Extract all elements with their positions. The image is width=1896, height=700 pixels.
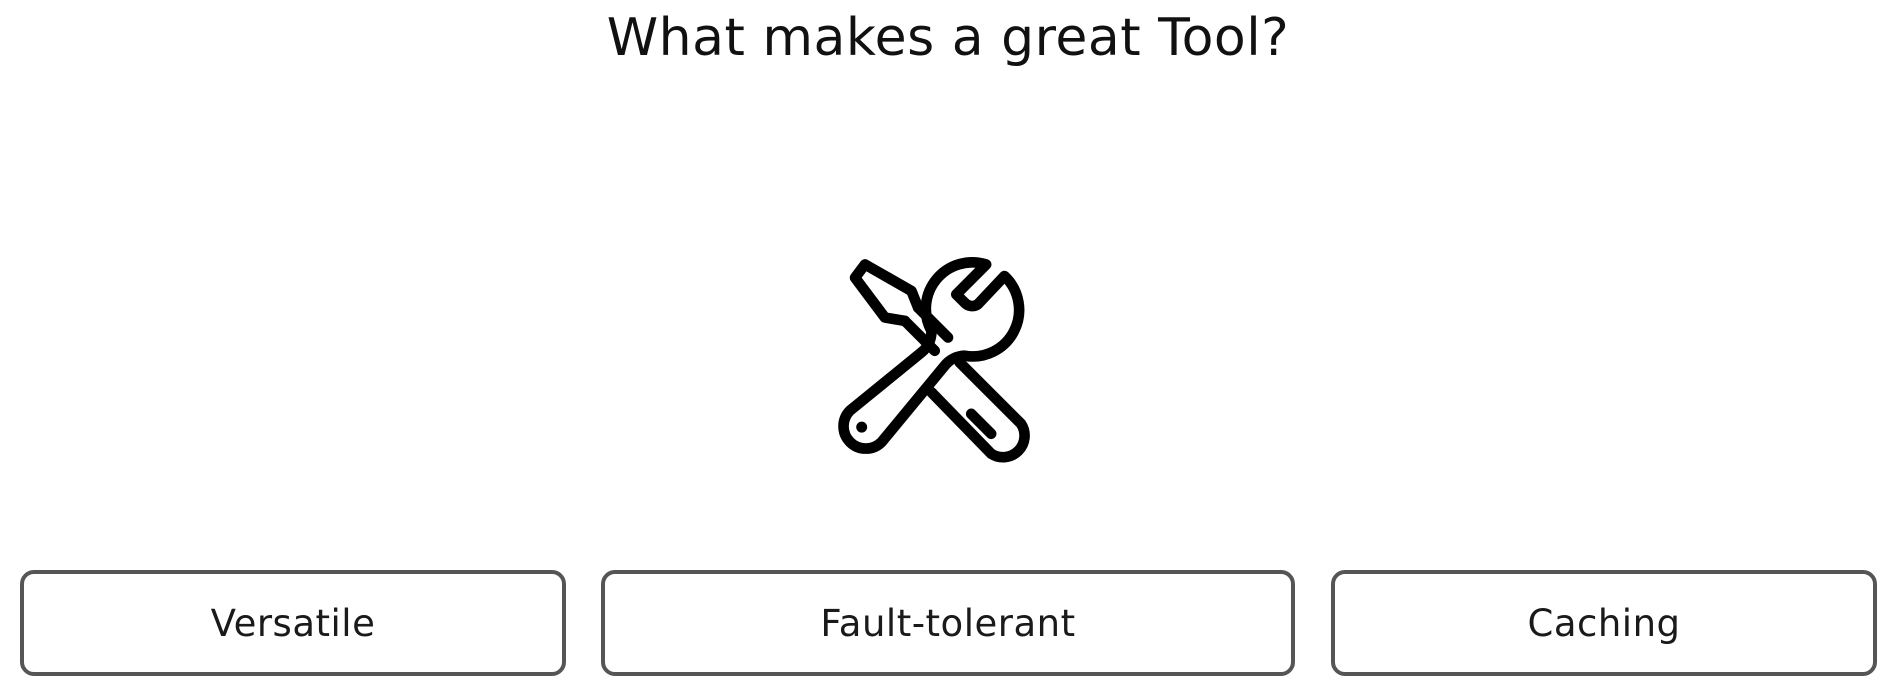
screwdriver-icon [849, 259, 1030, 463]
option-caching[interactable]: Caching [1331, 570, 1877, 676]
option-fault-tolerant[interactable]: Fault-tolerant [601, 570, 1295, 676]
question-title: What makes a great Tool? [606, 8, 1290, 68]
wrench-screwdriver-icon [782, 208, 1114, 540]
option-versatile[interactable]: Versatile [20, 570, 566, 676]
